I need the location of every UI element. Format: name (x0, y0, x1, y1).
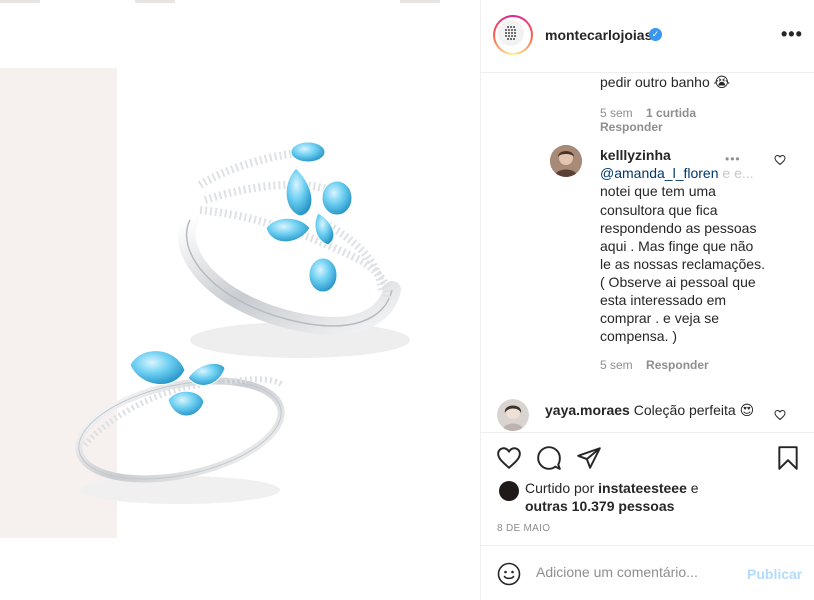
rings-photo (75, 141, 410, 504)
comments-list[interactable]: pedir outro banho 😭 5 sem 1 curtida Resp… (481, 74, 814, 432)
comment-mention: @amanda_l_floren e e... (600, 164, 754, 182)
comment-meta: 5 sem 1 curtida (600, 106, 696, 120)
comment-meta: 5 sem Responder (600, 358, 709, 372)
comment-text: pedir outro banho 😭 (600, 74, 730, 90)
verified-badge-icon: ✓ (649, 28, 662, 41)
comment-row: yaya.moraes Coleção perfeita 😍 (545, 401, 754, 419)
comment-username[interactable]: kelllyzinha (600, 146, 671, 164)
reply-button[interactable]: Responder (646, 358, 709, 372)
mention-link[interactable]: @amanda_l_floren (600, 165, 719, 181)
comment-like-heart-icon[interactable] (774, 154, 786, 166)
likes-others[interactable]: outras 10.379 pessoas (525, 498, 674, 514)
bookmark-icon[interactable] (775, 445, 801, 471)
reply-button[interactable]: Responder (600, 120, 663, 134)
share-icon[interactable] (576, 445, 602, 471)
comment-line: notei que tem uma (600, 183, 716, 199)
commenter-avatar[interactable] (550, 145, 582, 177)
more-options-icon[interactable]: ••• (781, 24, 803, 45)
publish-button[interactable]: Publicar (747, 566, 802, 582)
profile-avatar[interactable] (493, 15, 533, 55)
emoji-icon[interactable] (497, 562, 521, 586)
comment-line: consultora que fica (600, 202, 718, 218)
comment-line: le as nossas reclamações. (600, 256, 765, 272)
comment-line: ( Observe ai pessoal que (600, 274, 756, 290)
commenter-avatar[interactable] (497, 399, 529, 431)
comment-line: esta interessado em (600, 292, 727, 308)
liker-username[interactable]: instateesteee (598, 480, 687, 496)
comment-time[interactable]: 5 sem (600, 106, 633, 120)
likes-conj: e (690, 480, 699, 496)
comment-line: aqui . Mas finge que não (600, 238, 754, 254)
likes-prefix: Curtido por (525, 480, 595, 496)
post-image[interactable] (0, 0, 480, 600)
comment-like-heart-icon[interactable] (774, 409, 786, 421)
comment-time[interactable]: 5 sem (600, 358, 633, 372)
liker-avatar[interactable] (499, 481, 519, 501)
add-comment-input[interactable] (536, 564, 736, 580)
brand-logo-icon (498, 20, 524, 46)
comment-line: compensa. ) (600, 328, 678, 344)
comment-line: respondendo as pessoas (600, 220, 757, 236)
mention-more: e e... (722, 165, 754, 181)
comment-text: Coleção perfeita 😍 (633, 402, 755, 418)
comment-line: comprar . e veja se (600, 310, 720, 326)
post-date[interactable]: 8 DE MAIO (497, 523, 550, 534)
comment-icon[interactable] (536, 445, 562, 471)
heart-icon[interactable] (496, 445, 522, 471)
comment-username[interactable]: yaya.moraes (545, 402, 630, 418)
post-header: montecarlojoias ✓ ••• (481, 0, 814, 73)
likes-summary: Curtido por instateesteee e outras 10.37… (525, 479, 785, 515)
add-comment-bar: Publicar (481, 545, 814, 600)
post-side-panel: montecarlojoias ✓ ••• pedir outro banho … (480, 0, 814, 600)
post-username[interactable]: montecarlojoias (545, 27, 652, 43)
comment-likes[interactable]: 1 curtida (646, 106, 696, 120)
